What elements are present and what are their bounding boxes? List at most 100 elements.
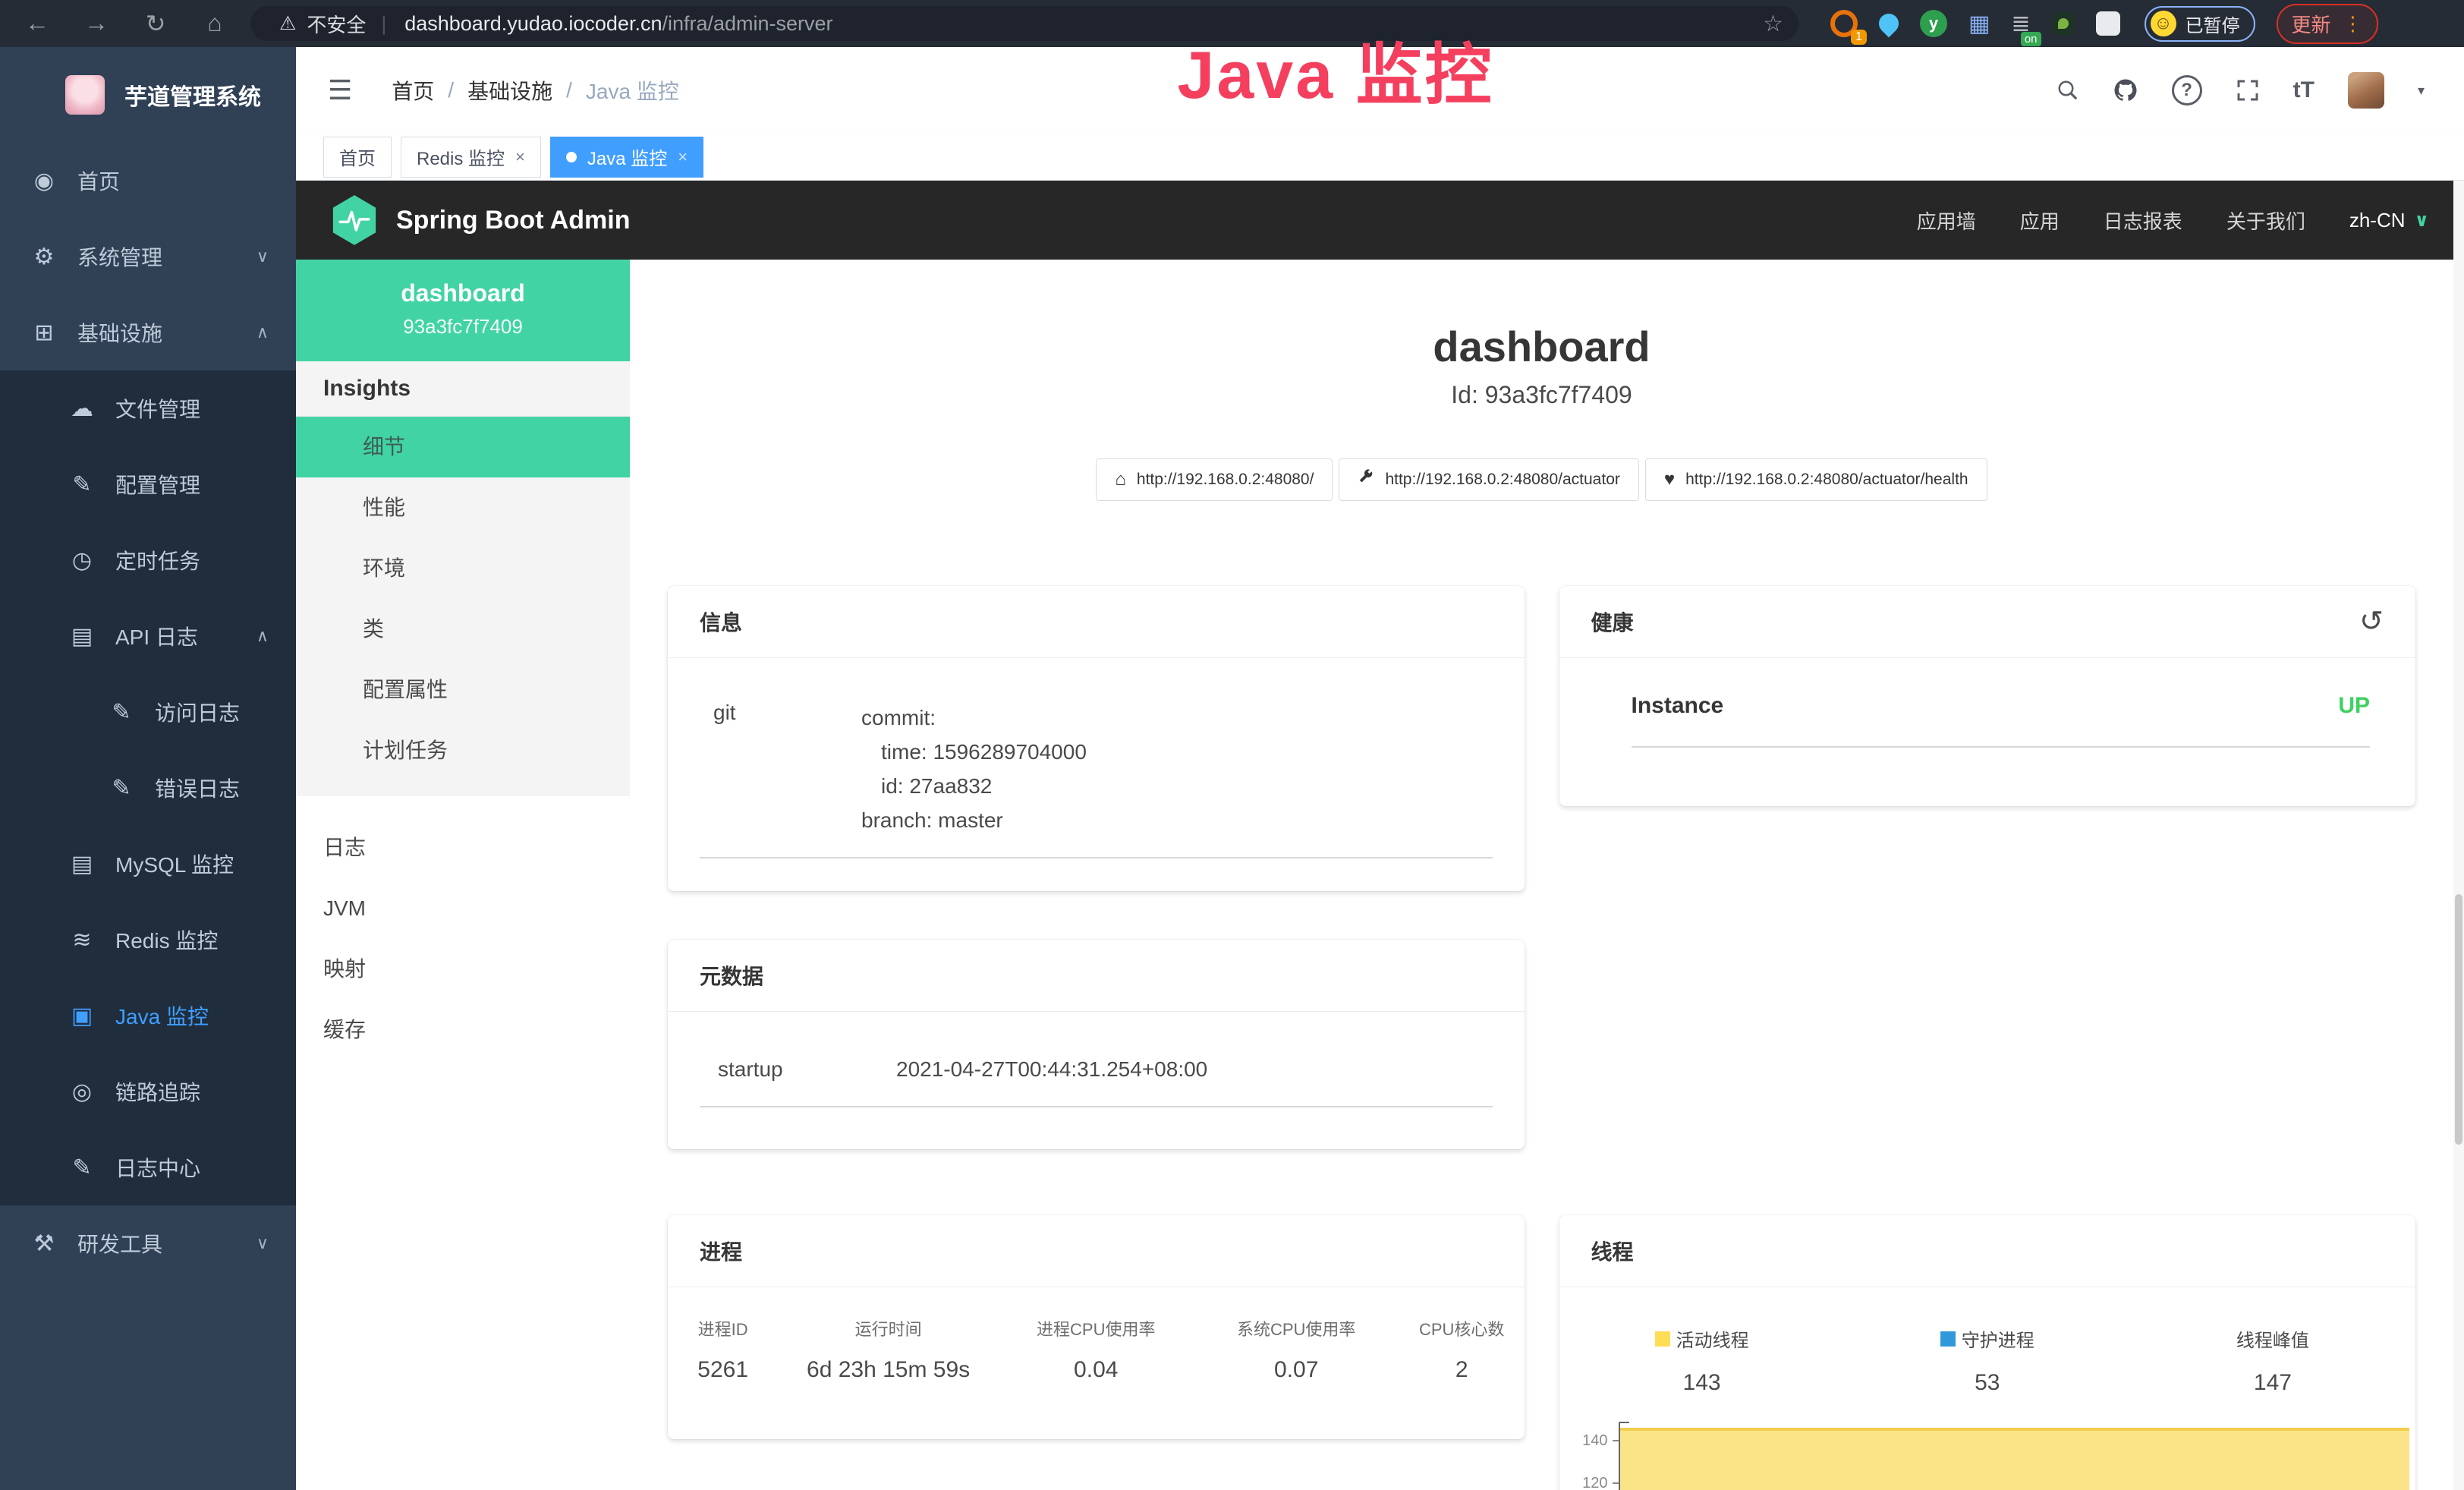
tab-home[interactable]: 首页 <box>323 137 392 178</box>
breadcrumb-separator: / <box>566 78 572 102</box>
github-icon[interactable] <box>2113 77 2138 103</box>
home-icon[interactable]: ⌂ <box>199 9 231 38</box>
sba-item-logs[interactable]: 日志 <box>296 817 630 878</box>
sidebar-toggle-icon[interactable]: ☰ <box>328 74 352 106</box>
leaf-extension-icon[interactable] <box>2052 12 2075 35</box>
tab-redis-monitor[interactable]: Redis 监控 × <box>401 137 541 178</box>
sidebar-item-label: 定时任务 <box>115 545 200 575</box>
locale-selector[interactable]: zh-CN ∨ <box>2349 209 2429 232</box>
sidebar-item-dev-tools[interactable]: ⚒ 研发工具 ∨ <box>0 1205 296 1281</box>
url-text[interactable]: dashboard.yudao.iocoder.cn/infra/admin-s… <box>404 12 832 36</box>
blue-legend-swatch <box>1940 1331 1956 1347</box>
scrollbar-thumb[interactable] <box>2455 894 2462 1145</box>
sba-item-scheduled-tasks[interactable]: 计划任务 <box>296 720 630 781</box>
close-icon[interactable]: × <box>678 147 688 167</box>
sidebar-item-redis-monitor[interactable]: ≋ Redis 监控 <box>0 902 296 978</box>
instance-header[interactable]: dashboard 93a3fc7f7409 <box>296 260 630 361</box>
sidebar-item-home[interactable]: ◉ 首页 <box>0 143 296 219</box>
sba-brand[interactable]: Spring Boot Admin <box>331 194 630 246</box>
sidebar-item-file-management[interactable]: ☁ 文件管理 <box>0 370 296 446</box>
sba-nav: 应用墙 应用 日志报表 关于我们 zh-CN ∨ <box>1917 206 2429 235</box>
breadcrumb-home[interactable]: 首页 <box>392 75 434 106</box>
sidebar-item-scheduled-tasks[interactable]: ◷ 定时任务 <box>0 522 296 598</box>
tab-java-monitor[interactable]: Java 监控 × <box>550 137 703 178</box>
forward-icon[interactable]: → <box>80 9 112 38</box>
sba-item-config-props[interactable]: 配置属性 <box>296 660 630 720</box>
chrome-update-button[interactable]: 更新 ⋮ <box>2277 4 2378 44</box>
app-logo-row[interactable]: 芋道管理系统 <box>0 47 296 143</box>
process-metric-label: 运行时间 <box>778 1316 999 1340</box>
layers-icon: ≋ <box>68 927 96 953</box>
search-icon[interactable] <box>2056 79 2079 102</box>
avatar-caret-icon[interactable]: ▾ <box>2418 83 2425 99</box>
chart-y-axis: 140 120 100 <box>1559 1422 1619 1490</box>
breadcrumb-infrastructure[interactable]: 基础设施 <box>467 75 552 106</box>
puzzle-extensions-icon[interactable] <box>2096 11 2120 36</box>
sidebar-item-error-logs[interactable]: ✎ 错误日志 <box>0 750 296 826</box>
sidebar-item-config-management[interactable]: ✎ 配置管理 <box>0 446 296 522</box>
map-pin-extension-icon[interactable] <box>1879 14 1899 33</box>
user-avatar[interactable] <box>2348 72 2384 109</box>
instance-id: 93a3fc7f7409 <box>296 315 630 339</box>
legend-text: 活动线程 <box>1676 1325 1749 1352</box>
sba-item-classes[interactable]: 类 <box>296 599 630 660</box>
header-action-icons: ? tT ▾ <box>2056 72 2425 109</box>
live-threads-area-series <box>1620 1428 2410 1490</box>
card-title: 健康 <box>1591 606 1634 637</box>
sidebar-item-access-logs[interactable]: ✎ 访问日志 <box>0 674 296 750</box>
sba-item-metrics[interactable]: 性能 <box>296 477 630 538</box>
refresh-extension-icon[interactable]: 1 <box>1830 10 1858 37</box>
sba-item-mappings[interactable]: 映射 <box>296 939 630 1000</box>
tools-icon: ⚒ <box>30 1230 58 1257</box>
switch-extension-icon[interactable]: ≣on <box>2011 11 2030 37</box>
y-extension-icon[interactable]: y <box>1920 10 1947 37</box>
info-value-block: commit: time: 1596289704000 id: 27aa832 … <box>861 701 1087 837</box>
fullscreen-icon[interactable] <box>2236 78 2260 102</box>
sba-nav-wallboard[interactable]: 应用墙 <box>1917 206 1976 235</box>
font-size-icon[interactable]: tT <box>2293 77 2315 103</box>
page-scrollbar <box>2453 181 2464 1490</box>
help-icon[interactable]: ? <box>2172 75 2202 106</box>
health-url: http://192.168.0.2:48080/actuator/health <box>1685 471 1968 489</box>
sidebar-item-label: Java 监控 <box>115 1000 209 1031</box>
info-line: commit: <box>861 701 1087 735</box>
y-tick-mark <box>1613 1482 1619 1484</box>
actuator-url-button[interactable]: http://192.168.0.2:48080/actuator <box>1339 458 1638 501</box>
reload-icon[interactable]: ↻ <box>140 9 172 38</box>
sba-nav-about[interactable]: 关于我们 <box>2226 206 2305 235</box>
bookmark-star-icon[interactable]: ☆ <box>1763 11 1783 37</box>
process-metric: 进程CPU使用率 0.04 <box>999 1316 1194 1383</box>
kebab-menu-icon[interactable]: ⋮ <box>2343 12 2363 36</box>
threads-chart: 140 120 100 <box>1559 1422 2416 1490</box>
sidebar-item-system-management[interactable]: ⚙ 系统管理 ∨ <box>0 219 296 295</box>
sidebar-item-api-logs[interactable]: ▤ API 日志 ∧ <box>0 598 296 674</box>
card-title: 线程 <box>1591 1236 1634 1266</box>
back-icon[interactable]: ← <box>21 9 53 38</box>
breadcrumb-current: Java 监控 <box>586 75 679 106</box>
info-card-header: 信息 <box>668 586 1525 658</box>
sidebar-item-trace[interactable]: ◎ 链路追踪 <box>0 1054 296 1129</box>
sba-item-jvm[interactable]: JVM <box>296 878 630 939</box>
health-url-button[interactable]: ♥ http://192.168.0.2:48080/actuator/heal… <box>1645 458 1987 501</box>
address-divider: | <box>381 12 386 36</box>
profile-paused-badge[interactable]: ☺ 已暂停 <box>2145 6 2255 42</box>
metadata-card-body: startup 2021-04-27T00:44:31.254+08:00 <box>668 1012 1525 1107</box>
sba-nav-journal[interactable]: 日志报表 <box>2104 206 2182 235</box>
sidebar-item-java-monitor[interactable]: ▣ Java 监控 <box>0 978 296 1054</box>
history-icon[interactable]: ↺ <box>2359 607 2384 636</box>
sba-item-details[interactable]: 细节 <box>296 417 630 477</box>
process-metric: 系统CPU使用率 0.07 <box>1194 1316 1399 1383</box>
sba-item-caches[interactable]: 缓存 <box>296 1000 630 1060</box>
security-label[interactable]: 不安全 <box>307 10 366 38</box>
grid-extension-icon[interactable]: ▦ <box>1968 11 1990 37</box>
close-icon[interactable]: × <box>515 147 525 167</box>
edit-icon: ✎ <box>68 471 96 498</box>
sba-item-environment[interactable]: 环境 <box>296 538 630 599</box>
sidebar-item-label: 首页 <box>77 165 120 196</box>
status-badge: UP <box>2338 693 2370 719</box>
sidebar-item-mysql-monitor[interactable]: ▤ MySQL 监控 <box>0 826 296 902</box>
sba-nav-applications[interactable]: 应用 <box>2020 206 2060 235</box>
sidebar-item-infrastructure[interactable]: ⊞ 基础设施 ∧ <box>0 295 296 370</box>
service-url-button[interactable]: ⌂ http://192.168.0.2:48080/ <box>1096 458 1333 501</box>
sidebar-item-log-center[interactable]: ✎ 日志中心 <box>0 1129 296 1205</box>
